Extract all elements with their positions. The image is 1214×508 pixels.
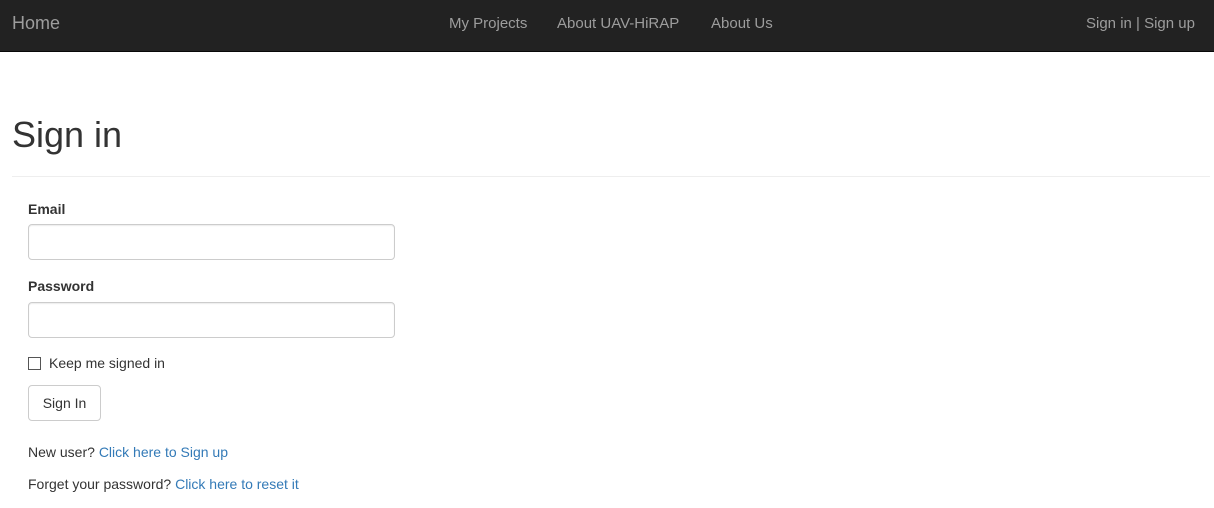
nav-about-us[interactable]: About Us	[711, 15, 773, 32]
nav-home-link[interactable]: Home	[12, 13, 60, 34]
navbar: Home My Projects About UAV-HiRAP About U…	[0, 0, 1214, 52]
new-user-line: New user? Click here to Sign up	[28, 444, 228, 460]
divider	[12, 176, 1210, 177]
nav-my-projects[interactable]: My Projects	[449, 15, 527, 32]
keep-signed-in-label[interactable]: Keep me signed in	[49, 355, 165, 371]
forgot-text: Forget your password?	[28, 476, 172, 492]
sign-in-button[interactable]: Sign In	[28, 385, 101, 421]
nav-sign-in-sign-up[interactable]: Sign in | Sign up	[1086, 15, 1195, 32]
new-user-text: New user?	[28, 444, 95, 460]
password-label: Password	[28, 278, 95, 294]
password-field[interactable]	[28, 302, 395, 338]
nav-about-uav-hirap[interactable]: About UAV-HiRAP	[557, 15, 679, 32]
keep-signed-in-checkbox[interactable]	[28, 357, 41, 370]
email-field[interactable]	[28, 224, 395, 260]
page-title: Sign in	[12, 114, 123, 155]
signup-link[interactable]: Click here to Sign up	[99, 444, 228, 460]
reset-password-link[interactable]: Click here to reset it	[175, 476, 299, 492]
forgot-password-line: Forget your password? Click here to rese…	[28, 476, 299, 492]
email-label: Email	[28, 201, 66, 217]
